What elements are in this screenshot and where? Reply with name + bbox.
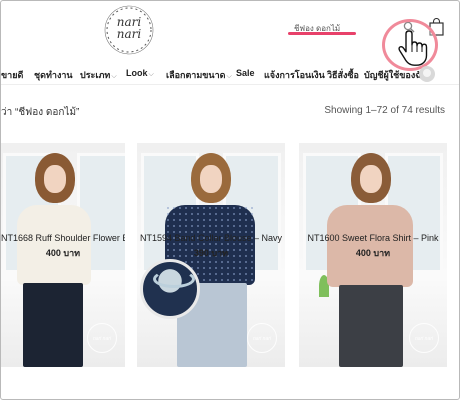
model-face: [200, 165, 222, 193]
product-card[interactable]: nari nari: [299, 143, 447, 399]
nav-item-payment-notice[interactable]: แจ้งการโอนเงิน: [264, 68, 325, 82]
model-face: [360, 165, 382, 193]
brand-watermark: nari nari: [409, 323, 439, 353]
product-price: 400 บาท: [45, 248, 81, 258]
search-highlight-underline: [288, 32, 356, 35]
browser-viewport: nari nari ขายดี ชุดทำงาน ประเภท⌵ Look⌵ เ…: [0, 0, 460, 400]
site-logo[interactable]: nari nari: [103, 4, 155, 56]
nav-item-my-account[interactable]: บัญชีผู้ใช้ของฉัน: [364, 68, 428, 82]
hand-pointer-icon: [398, 30, 428, 66]
user-avatar-icon[interactable]: [419, 66, 435, 82]
site-header: nari nari: [1, 1, 459, 71]
product-card[interactable]: nari nari: [1, 143, 125, 399]
brand-watermark: nari nari: [247, 323, 277, 353]
chevron-down-icon: ⌵: [111, 73, 117, 80]
nav-item-category[interactable]: ประเภท⌵: [80, 68, 117, 82]
collar-detail-zoom: [140, 259, 200, 319]
search-results-title: ว่า “ชีฟอง ดอกไม้”: [1, 107, 80, 118]
blouse: [17, 205, 91, 285]
model-face: [44, 165, 66, 193]
product-name[interactable]: NT1594 Band Collar Blouse – Navy: [137, 233, 285, 243]
nav-item-how-to-order[interactable]: วิธีสั่งซื้อ: [327, 68, 359, 82]
trousers: [339, 285, 403, 367]
logo-text: nari nari: [116, 15, 142, 41]
skirt: [23, 283, 83, 367]
nav-item-workwear[interactable]: ชุดทำงาน: [34, 68, 73, 82]
product-name[interactable]: NT1668 Ruff Shoulder Flower Blouse – Chi…: [1, 233, 125, 243]
brand-watermark: nari nari: [87, 323, 117, 353]
chevron-down-icon: ⌵: [226, 73, 232, 80]
chevron-down-icon: ⌵: [148, 71, 154, 78]
results-count: Showing 1–72 of 74 results: [324, 105, 445, 116]
nav-item-sale[interactable]: Sale: [236, 68, 255, 78]
nav-item-look[interactable]: Look⌵: [126, 68, 154, 79]
product-name[interactable]: NT1600 Sweet Flora Shirt – Pink: [299, 233, 447, 243]
main-navigation: ขายดี ชุดทำงาน ประเภท⌵ Look⌵ เลือกตามขนา…: [1, 63, 459, 85]
nav-item-bestseller[interactable]: ขายดี: [1, 68, 23, 82]
nav-item-size[interactable]: เลือกตามขนาด⌵: [166, 68, 232, 82]
product-price: 400 บาท: [355, 248, 391, 258]
product-price: 390 บาท: [193, 248, 229, 258]
